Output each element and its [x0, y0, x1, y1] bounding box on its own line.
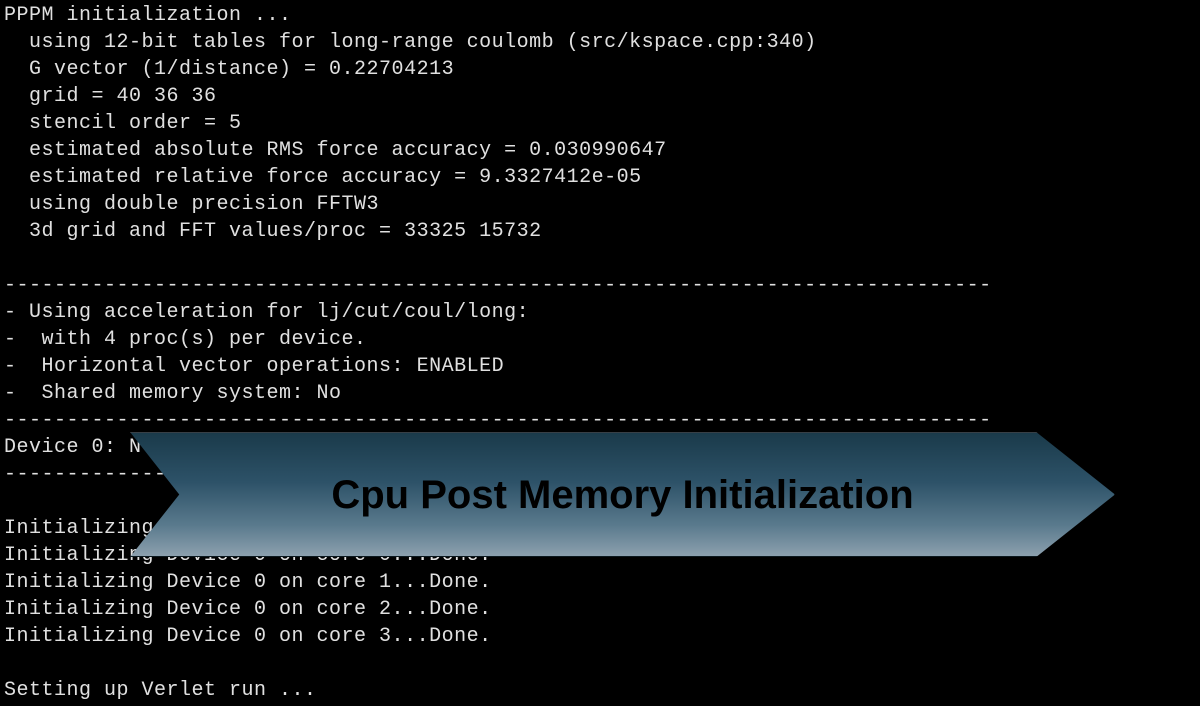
- terminal-line: - Horizontal vector operations: ENABLED: [4, 353, 1196, 380]
- terminal-line: [4, 650, 1196, 677]
- terminal-line: Initializing Device 0 on core 3...Done.: [4, 623, 1196, 650]
- terminal-line: estimated relative force accuracy = 9.33…: [4, 164, 1196, 191]
- title-banner: Cpu Post Memory Initialization: [130, 432, 1115, 557]
- terminal-line: ----------------------------------------…: [4, 272, 1196, 299]
- terminal-line: Setting up Verlet run ...: [4, 677, 1196, 704]
- terminal-line: PPPM initialization ...: [4, 2, 1196, 29]
- terminal-line: ----------------------------------------…: [4, 407, 1196, 434]
- terminal-line: using double precision FFTW3: [4, 191, 1196, 218]
- terminal-line: Initializing Device 0 on core 1...Done.: [4, 569, 1196, 596]
- terminal-line: 3d grid and FFT values/proc = 33325 1573…: [4, 218, 1196, 245]
- terminal-line: G vector (1/distance) = 0.22704213: [4, 56, 1196, 83]
- terminal-line: [4, 245, 1196, 272]
- terminal-line: estimated absolute RMS force accuracy = …: [4, 137, 1196, 164]
- terminal-line: - with 4 proc(s) per device.: [4, 326, 1196, 353]
- terminal-line: - Shared memory system: No: [4, 380, 1196, 407]
- terminal-line: stencil order = 5: [4, 110, 1196, 137]
- terminal-line: grid = 40 36 36: [4, 83, 1196, 110]
- terminal-line: using 12-bit tables for long-range coulo…: [4, 29, 1196, 56]
- terminal-line: Initializing Device 0 on core 2...Done.: [4, 596, 1196, 623]
- terminal-line: - Using acceleration for lj/cut/coul/lon…: [4, 299, 1196, 326]
- banner-title: Cpu Post Memory Initialization: [331, 468, 913, 522]
- terminal-output: PPPM initialization ... using 12-bit tab…: [0, 0, 1200, 706]
